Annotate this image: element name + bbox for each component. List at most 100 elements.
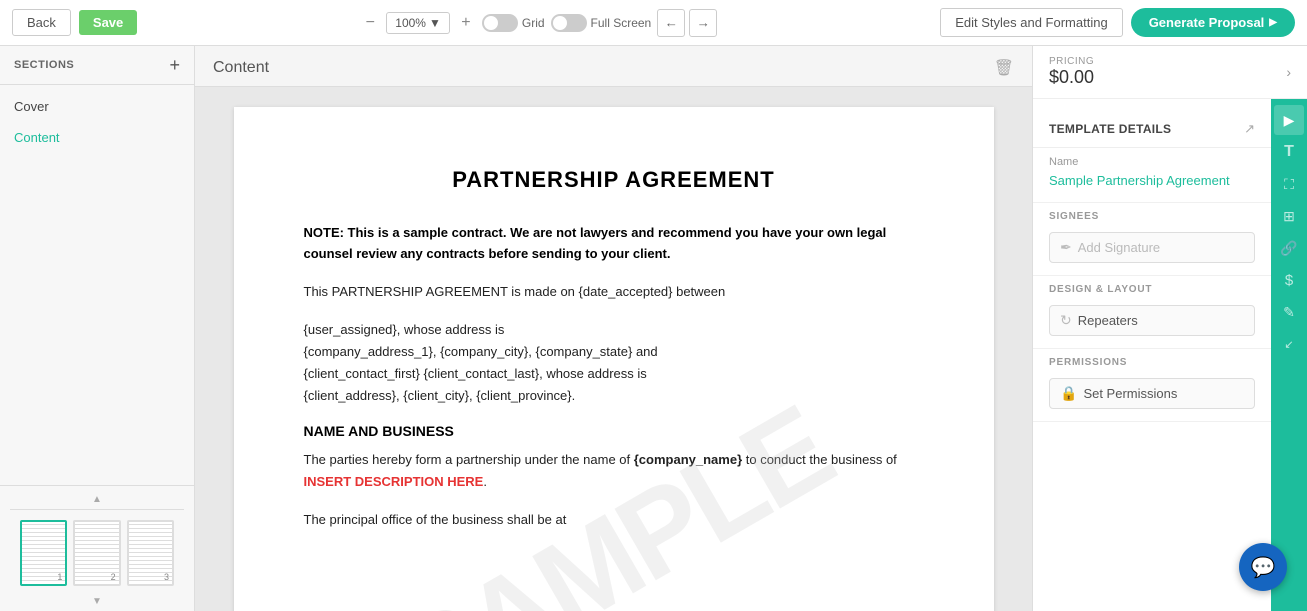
sidebar-icon-arrow[interactable]: ▶ bbox=[1274, 105, 1304, 135]
name-section: Name Sample Partnership Agreement bbox=[1033, 148, 1271, 203]
content-header: Content 🗑 bbox=[195, 46, 1032, 87]
para2-line2: {company_address_1}, {company_city}, {co… bbox=[304, 344, 658, 359]
doc-page: SAMPLE PARTNERSHIP AGREEMENT NOTE: This … bbox=[234, 107, 994, 611]
permissions-section: PERMISSIONS 🔒 Set Permissions bbox=[1033, 349, 1271, 422]
thumb-number-3: 3 bbox=[164, 572, 169, 582]
thumbnails-container: ▲ 1 2 3 ▼ bbox=[0, 485, 194, 611]
pricing-chevron-icon[interactable]: › bbox=[1286, 64, 1291, 80]
sidebar-icon-table[interactable]: ⊞ bbox=[1274, 201, 1304, 231]
sidebar-item-cover[interactable]: Cover bbox=[0, 91, 194, 122]
content-section-title: Content bbox=[213, 59, 269, 77]
para3-highlight: INSERT DESCRIPTION HERE bbox=[304, 474, 484, 489]
sidebar-icon-dollar[interactable]: $ bbox=[1274, 265, 1304, 295]
sidebar-icon-image[interactable]: ⛶ bbox=[1274, 169, 1304, 199]
delete-section-button[interactable]: 🗑 bbox=[994, 58, 1014, 78]
repeaters-row[interactable]: ↻ Repeaters bbox=[1049, 305, 1255, 336]
doc-para-4: The principal office of the business sha… bbox=[304, 509, 924, 531]
add-section-button[interactable]: + bbox=[169, 56, 180, 74]
sidebar-icon-minimize[interactable]: ↙ bbox=[1274, 329, 1304, 359]
doc-para-1: This PARTNERSHIP AGREEMENT is made on {d… bbox=[304, 281, 924, 303]
chat-icon: 💬 bbox=[1251, 555, 1276, 580]
toolbar: Back Save − 100% ▼ + Grid Full Screen ← … bbox=[0, 0, 1307, 46]
zoom-in-button[interactable]: + bbox=[456, 13, 476, 33]
save-button[interactable]: Save bbox=[79, 10, 137, 35]
pricing-row: PRICING $0.00 › bbox=[1033, 46, 1307, 99]
pricing-value: $0.00 bbox=[1049, 67, 1094, 88]
doc-note: NOTE: This is a sample contract. We are … bbox=[304, 223, 924, 265]
lock-icon: 🔒 bbox=[1060, 385, 1077, 402]
repeaters-label: Repeaters bbox=[1078, 313, 1244, 328]
doc-section-title: NAME AND BUSINESS bbox=[304, 423, 924, 439]
pricing-info: PRICING $0.00 bbox=[1049, 56, 1094, 88]
content-scroll[interactable]: SAMPLE PARTNERSHIP AGREEMENT NOTE: This … bbox=[195, 87, 1032, 611]
doc-para-3: The parties hereby form a partnership un… bbox=[304, 449, 924, 493]
left-sidebar: SECTIONS + Cover Content ▲ 1 2 3 bbox=[0, 46, 195, 611]
para3-after: to conduct the business of bbox=[742, 452, 897, 467]
template-details-header: TEMPLATE DETAILS ↗ bbox=[1033, 111, 1271, 148]
center-content: Content 🗑 SAMPLE PARTNERSHIP AGREEMENT N… bbox=[195, 46, 1032, 611]
add-signature-placeholder: Add Signature bbox=[1078, 240, 1244, 255]
toolbar-right: Edit Styles and Formatting Generate Prop… bbox=[940, 8, 1295, 37]
fullscreen-toggle-wrap: Full Screen bbox=[551, 14, 652, 32]
permissions-title: PERMISSIONS bbox=[1049, 357, 1255, 368]
set-permissions-label: Set Permissions bbox=[1083, 386, 1244, 401]
thumb-number-1: 1 bbox=[57, 572, 62, 582]
scroll-down-arrow[interactable]: ▼ bbox=[10, 592, 184, 611]
zoom-out-button[interactable]: − bbox=[360, 13, 380, 33]
generate-proposal-button[interactable]: Generate Proposal bbox=[1131, 8, 1295, 37]
pricing-label: PRICING bbox=[1049, 56, 1094, 67]
grid-toggle[interactable] bbox=[482, 14, 518, 32]
para3-before: The parties hereby form a partnership un… bbox=[304, 452, 634, 467]
back-button[interactable]: Back bbox=[12, 9, 71, 36]
zoom-dropdown-icon: ▼ bbox=[429, 16, 441, 30]
main-area: SECTIONS + Cover Content ▲ 1 2 3 bbox=[0, 46, 1307, 611]
chat-button[interactable]: 💬 bbox=[1239, 543, 1287, 591]
sidebar-icon-pen[interactable]: ✎ bbox=[1274, 297, 1304, 327]
thumbnail-1[interactable]: 1 bbox=[20, 520, 67, 586]
signature-icon: ✒ bbox=[1060, 239, 1072, 256]
scroll-up-arrow[interactable]: ▲ bbox=[10, 490, 184, 509]
sections-title: SECTIONS bbox=[14, 59, 74, 71]
watermark: SAMPLE bbox=[375, 380, 851, 611]
name-field-label: Name bbox=[1049, 156, 1255, 168]
sidebar-icon-text[interactable]: T bbox=[1274, 137, 1304, 167]
sidebar-icon-link[interactable]: 🔗 bbox=[1274, 233, 1304, 263]
sidebar-item-content[interactable]: Content bbox=[0, 122, 194, 153]
zoom-display[interactable]: 100% ▼ bbox=[386, 12, 450, 34]
fullscreen-toggle[interactable] bbox=[551, 14, 587, 32]
right-sidebar: PRICING $0.00 › TEMPLATE DETAILS ↗ Name … bbox=[1032, 46, 1307, 611]
fullscreen-label: Full Screen bbox=[591, 16, 652, 30]
right-panel-content: TEMPLATE DETAILS ↗ Name Sample Partnersh… bbox=[1033, 99, 1271, 611]
sections-header: SECTIONS + bbox=[0, 46, 194, 85]
doc-title: PARTNERSHIP AGREEMENT bbox=[304, 167, 924, 193]
para3-variable: {company_name} bbox=[634, 452, 742, 467]
edit-styles-button[interactable]: Edit Styles and Formatting bbox=[940, 8, 1122, 37]
add-signature-row[interactable]: ✒ Add Signature bbox=[1049, 232, 1255, 263]
doc-para-2: {user_assigned}, whose address is {compa… bbox=[304, 319, 924, 407]
grid-label: Grid bbox=[522, 16, 545, 30]
nav-back-arrow[interactable]: ← bbox=[657, 9, 685, 37]
external-link-icon[interactable]: ↗ bbox=[1244, 121, 1255, 137]
grid-toggle-wrap: Grid bbox=[482, 14, 545, 32]
design-layout-title: DESIGN & LAYOUT bbox=[1049, 284, 1255, 295]
toolbar-center: − 100% ▼ + Grid Full Screen ← → bbox=[145, 9, 932, 37]
nav-forward-arrow[interactable]: → bbox=[689, 9, 717, 37]
thumbnail-3[interactable]: 3 bbox=[127, 520, 174, 586]
para2-line3: {client_contact_first} {client_contact_l… bbox=[304, 366, 647, 381]
thumbnails-row: 1 2 3 bbox=[10, 509, 184, 592]
signees-title: SIGNEES bbox=[1049, 211, 1255, 222]
signees-section: SIGNEES ✒ Add Signature bbox=[1033, 203, 1271, 276]
side-icon-bar: ▶ T ⛶ ⊞ 🔗 $ ✎ ↙ bbox=[1271, 99, 1307, 611]
para2-line1: {user_assigned}, whose address is bbox=[304, 322, 505, 337]
right-panel-wrap: TEMPLATE DETAILS ↗ Name Sample Partnersh… bbox=[1033, 99, 1307, 611]
set-permissions-row[interactable]: 🔒 Set Permissions bbox=[1049, 378, 1255, 409]
thumbnail-2[interactable]: 2 bbox=[73, 520, 120, 586]
zoom-value: 100% bbox=[395, 16, 426, 30]
para3-end: . bbox=[483, 474, 487, 489]
thumb-number-2: 2 bbox=[111, 572, 116, 582]
repeaters-icon: ↻ bbox=[1060, 312, 1072, 329]
design-layout-section: DESIGN & LAYOUT ↻ Repeaters bbox=[1033, 276, 1271, 349]
template-details-title: TEMPLATE DETAILS bbox=[1049, 122, 1171, 136]
name-field-value: Sample Partnership Agreement bbox=[1049, 172, 1255, 190]
para2-line4: {client_address}, {client_city}, {client… bbox=[304, 388, 576, 403]
